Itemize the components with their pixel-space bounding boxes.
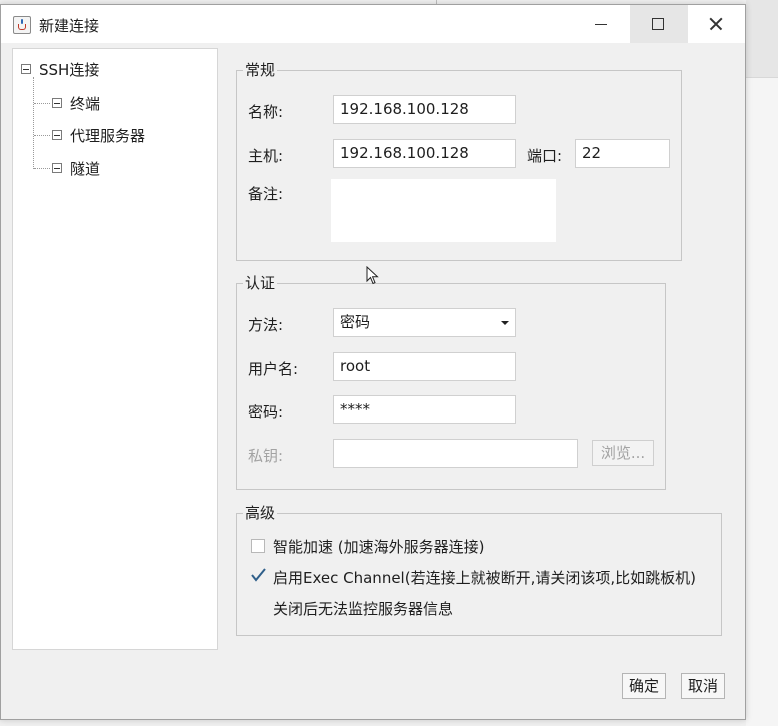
- collapse-icon[interactable]: [52, 98, 62, 108]
- username-input[interactable]: root: [333, 352, 516, 381]
- tree-item-proxy[interactable]: 代理服务器: [52, 124, 145, 146]
- java-app-icon: [13, 16, 31, 34]
- general-legend: 常规: [245, 61, 276, 79]
- collapse-icon[interactable]: [21, 64, 31, 74]
- minimize-icon: [595, 24, 607, 25]
- tree-item-tunnel[interactable]: 隧道: [52, 157, 100, 179]
- private-key-label: 私钥:: [248, 447, 284, 465]
- close-button[interactable]: [687, 5, 745, 43]
- port-input[interactable]: 22: [575, 139, 670, 168]
- auth-legend: 认证: [245, 274, 276, 292]
- minimize-button[interactable]: [572, 5, 630, 43]
- window-title: 新建连接: [39, 17, 100, 35]
- tree-item-label: 终端: [70, 94, 101, 113]
- exec-channel-label[interactable]: 启用Exec Channel(若连接上就被断开,请关闭该项,比如跳板机): [273, 567, 696, 588]
- method-selected-value: 密码: [340, 313, 371, 331]
- accel-label[interactable]: 智能加速 (加速海外服务器连接): [273, 536, 484, 557]
- method-select[interactable]: 密码: [333, 308, 516, 337]
- password-label: 密码:: [248, 403, 284, 421]
- ok-button[interactable]: 确定: [622, 673, 666, 699]
- advanced-legend: 高级: [245, 504, 276, 522]
- maximize-icon: [652, 18, 664, 30]
- name-label: 名称:: [248, 103, 284, 121]
- tree-item-label: 隧道: [70, 159, 101, 178]
- tree-item-label: SSH连接: [39, 60, 100, 79]
- maximize-button[interactable]: [630, 5, 688, 43]
- note-textarea[interactable]: [331, 179, 556, 242]
- method-label: 方法:: [248, 316, 284, 334]
- browse-button: 浏览...: [592, 440, 654, 466]
- host-input[interactable]: 192.168.100.128: [333, 139, 516, 168]
- background-window-toolbar: [746, 0, 778, 78]
- name-input[interactable]: 192.168.100.128: [333, 95, 516, 124]
- mouse-pointer-icon: [366, 266, 379, 285]
- username-label: 用户名:: [248, 360, 299, 378]
- note-label: 备注:: [248, 185, 284, 203]
- collapse-icon[interactable]: [52, 163, 62, 173]
- collapse-icon[interactable]: [52, 130, 62, 140]
- tree-item-ssh[interactable]: SSH连接: [21, 58, 99, 80]
- host-label: 主机:: [248, 147, 284, 165]
- checkmark-icon: [251, 568, 266, 582]
- exec-channel-checkbox[interactable]: [250, 568, 266, 584]
- background-window: [746, 0, 778, 726]
- cancel-button[interactable]: 取消: [681, 673, 725, 699]
- password-input[interactable]: ****: [333, 395, 516, 424]
- dropdown-arrow-icon: [501, 321, 509, 325]
- tree-guide-line: [33, 77, 34, 169]
- exec-channel-note: 关闭后无法监控服务器信息: [273, 600, 454, 618]
- port-label: 端口:: [527, 147, 563, 165]
- private-key-input: [333, 439, 578, 468]
- accel-checkbox[interactable]: [251, 539, 265, 553]
- tree-item-terminal[interactable]: 终端: [52, 92, 100, 114]
- tree-item-label: 代理服务器: [70, 126, 146, 145]
- title-bar: 新建连接: [1, 5, 745, 43]
